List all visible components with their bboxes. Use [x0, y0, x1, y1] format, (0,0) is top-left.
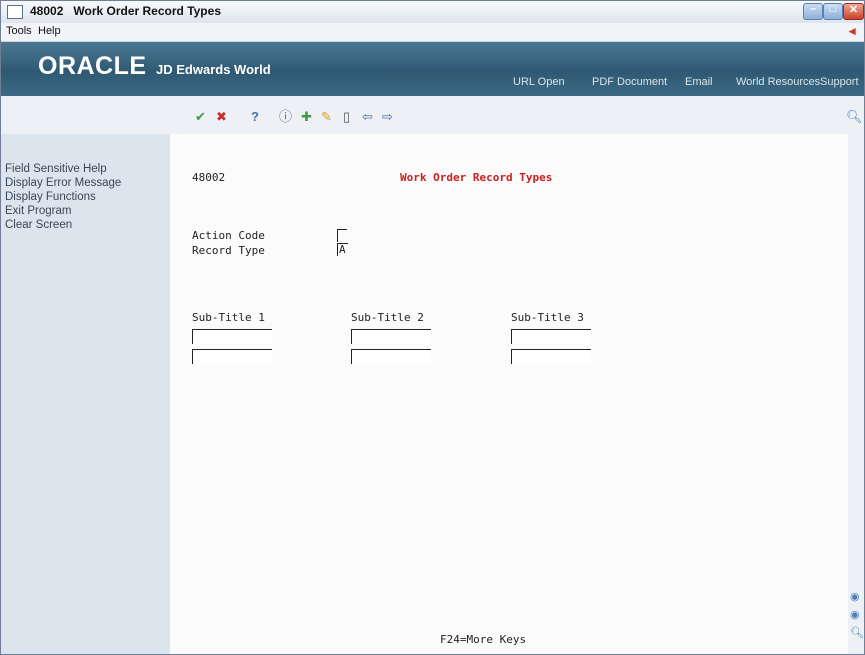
function-key-hint: F24=More Keys — [440, 633, 527, 646]
cancel-icon[interactable]: ✖ — [216, 110, 227, 123]
oracle-banner: ORACLE JD Edwards World URL Open PDF Doc… — [1, 42, 864, 96]
back-arrow-icon[interactable]: ◄ — [846, 24, 858, 38]
delete-icon[interactable]: ▯ — [343, 110, 350, 123]
zoom-icon[interactable]: 🔍︎ — [850, 626, 864, 639]
link-support[interactable]: Support — [820, 76, 859, 88]
previous-icon[interactable]: ⇦ — [362, 110, 373, 123]
fn-exit-program[interactable]: Exit Program — [5, 205, 71, 218]
action-code-label: Action Code — [192, 229, 265, 242]
help-icon[interactable]: ? — [251, 110, 259, 123]
scroll-down-icon[interactable]: ◉ — [850, 608, 860, 621]
record-type-label: Record Type — [192, 244, 265, 257]
brand-name: ORACLE — [38, 52, 147, 80]
subtitle-1-line2-input[interactable] — [192, 349, 272, 364]
fn-clear-screen[interactable]: Clear Screen — [5, 219, 72, 232]
subtitle-3-line1-input[interactable] — [511, 329, 591, 344]
window-program: 48002 — [30, 4, 64, 18]
fn-display-error-message[interactable]: Display Error Message — [5, 177, 121, 190]
subtitle-1-line1-input[interactable] — [192, 329, 272, 344]
right-tool-strip: ◉ ◉ 🔍︎ — [848, 134, 864, 654]
change-icon[interactable]: ✎ — [321, 110, 332, 123]
brand-product: JD Edwards World — [156, 62, 271, 77]
fn-display-functions[interactable]: Display Functions — [5, 191, 96, 204]
link-email[interactable]: Email — [685, 76, 713, 88]
subtitle-2-line2-input[interactable] — [351, 349, 431, 364]
app-icon — [7, 5, 23, 19]
link-url-open[interactable]: URL Open — [513, 76, 565, 88]
form-area: 48002 Work Order Record Types Action Cod… — [170, 134, 848, 654]
title-bar: 48002 Work Order Record Types – □ ✕ — [1, 1, 864, 24]
link-world-resources[interactable]: World Resources — [736, 76, 820, 88]
window-title: 48002 Work Order Record Types — [30, 4, 221, 18]
add-icon[interactable]: ✚ — [301, 110, 312, 123]
next-icon[interactable]: ⇨ — [382, 110, 393, 123]
window-title-text: Work Order Record Types — [73, 4, 221, 18]
action-code-input[interactable] — [337, 229, 347, 242]
menu-bar: Tools Help ◄ — [1, 23, 864, 42]
toolbar: ✔ ✖ ? ⓘ ✚ ✎ ▯ ⇦ ⇨ 🔍︎ — [1, 96, 864, 135]
form-heading: Work Order Record Types — [400, 171, 553, 184]
function-panel: Field Sensitive Help Display Error Messa… — [1, 134, 170, 654]
brand-logo: ORACLE JD Edwards World — [38, 52, 271, 81]
record-type-input[interactable]: A — [337, 243, 348, 256]
minimize-icon: – — [809, 3, 817, 15]
menu-help[interactable]: Help — [38, 25, 61, 37]
subtitle-3-label: Sub-Title 3 — [511, 311, 584, 324]
maximize-icon: □ — [829, 3, 837, 15]
close-icon: ✕ — [848, 4, 859, 16]
maximize-button[interactable]: □ — [823, 3, 843, 20]
inquire-icon[interactable]: ⓘ — [279, 110, 292, 123]
fn-field-sensitive-help[interactable]: Field Sensitive Help — [5, 163, 107, 176]
subtitle-2-line1-input[interactable] — [351, 329, 431, 344]
subtitle-3-line2-input[interactable] — [511, 349, 591, 364]
search-icon[interactable]: 🔍︎ — [846, 110, 863, 123]
subtitle-2-label: Sub-Title 2 — [351, 311, 424, 324]
program-id: 48002 — [192, 171, 226, 184]
app-window: 48002 Work Order Record Types – □ ✕ Tool… — [0, 0, 865, 655]
menu-tools[interactable]: Tools — [6, 25, 32, 37]
close-button[interactable]: ✕ — [843, 3, 864, 20]
check-icon[interactable]: ✔ — [195, 110, 206, 123]
subtitle-1-label: Sub-Title 1 — [192, 311, 265, 324]
scroll-up-icon[interactable]: ◉ — [850, 590, 860, 603]
link-pdf-document[interactable]: PDF Document — [592, 76, 667, 88]
minimize-button[interactable]: – — [803, 3, 823, 20]
